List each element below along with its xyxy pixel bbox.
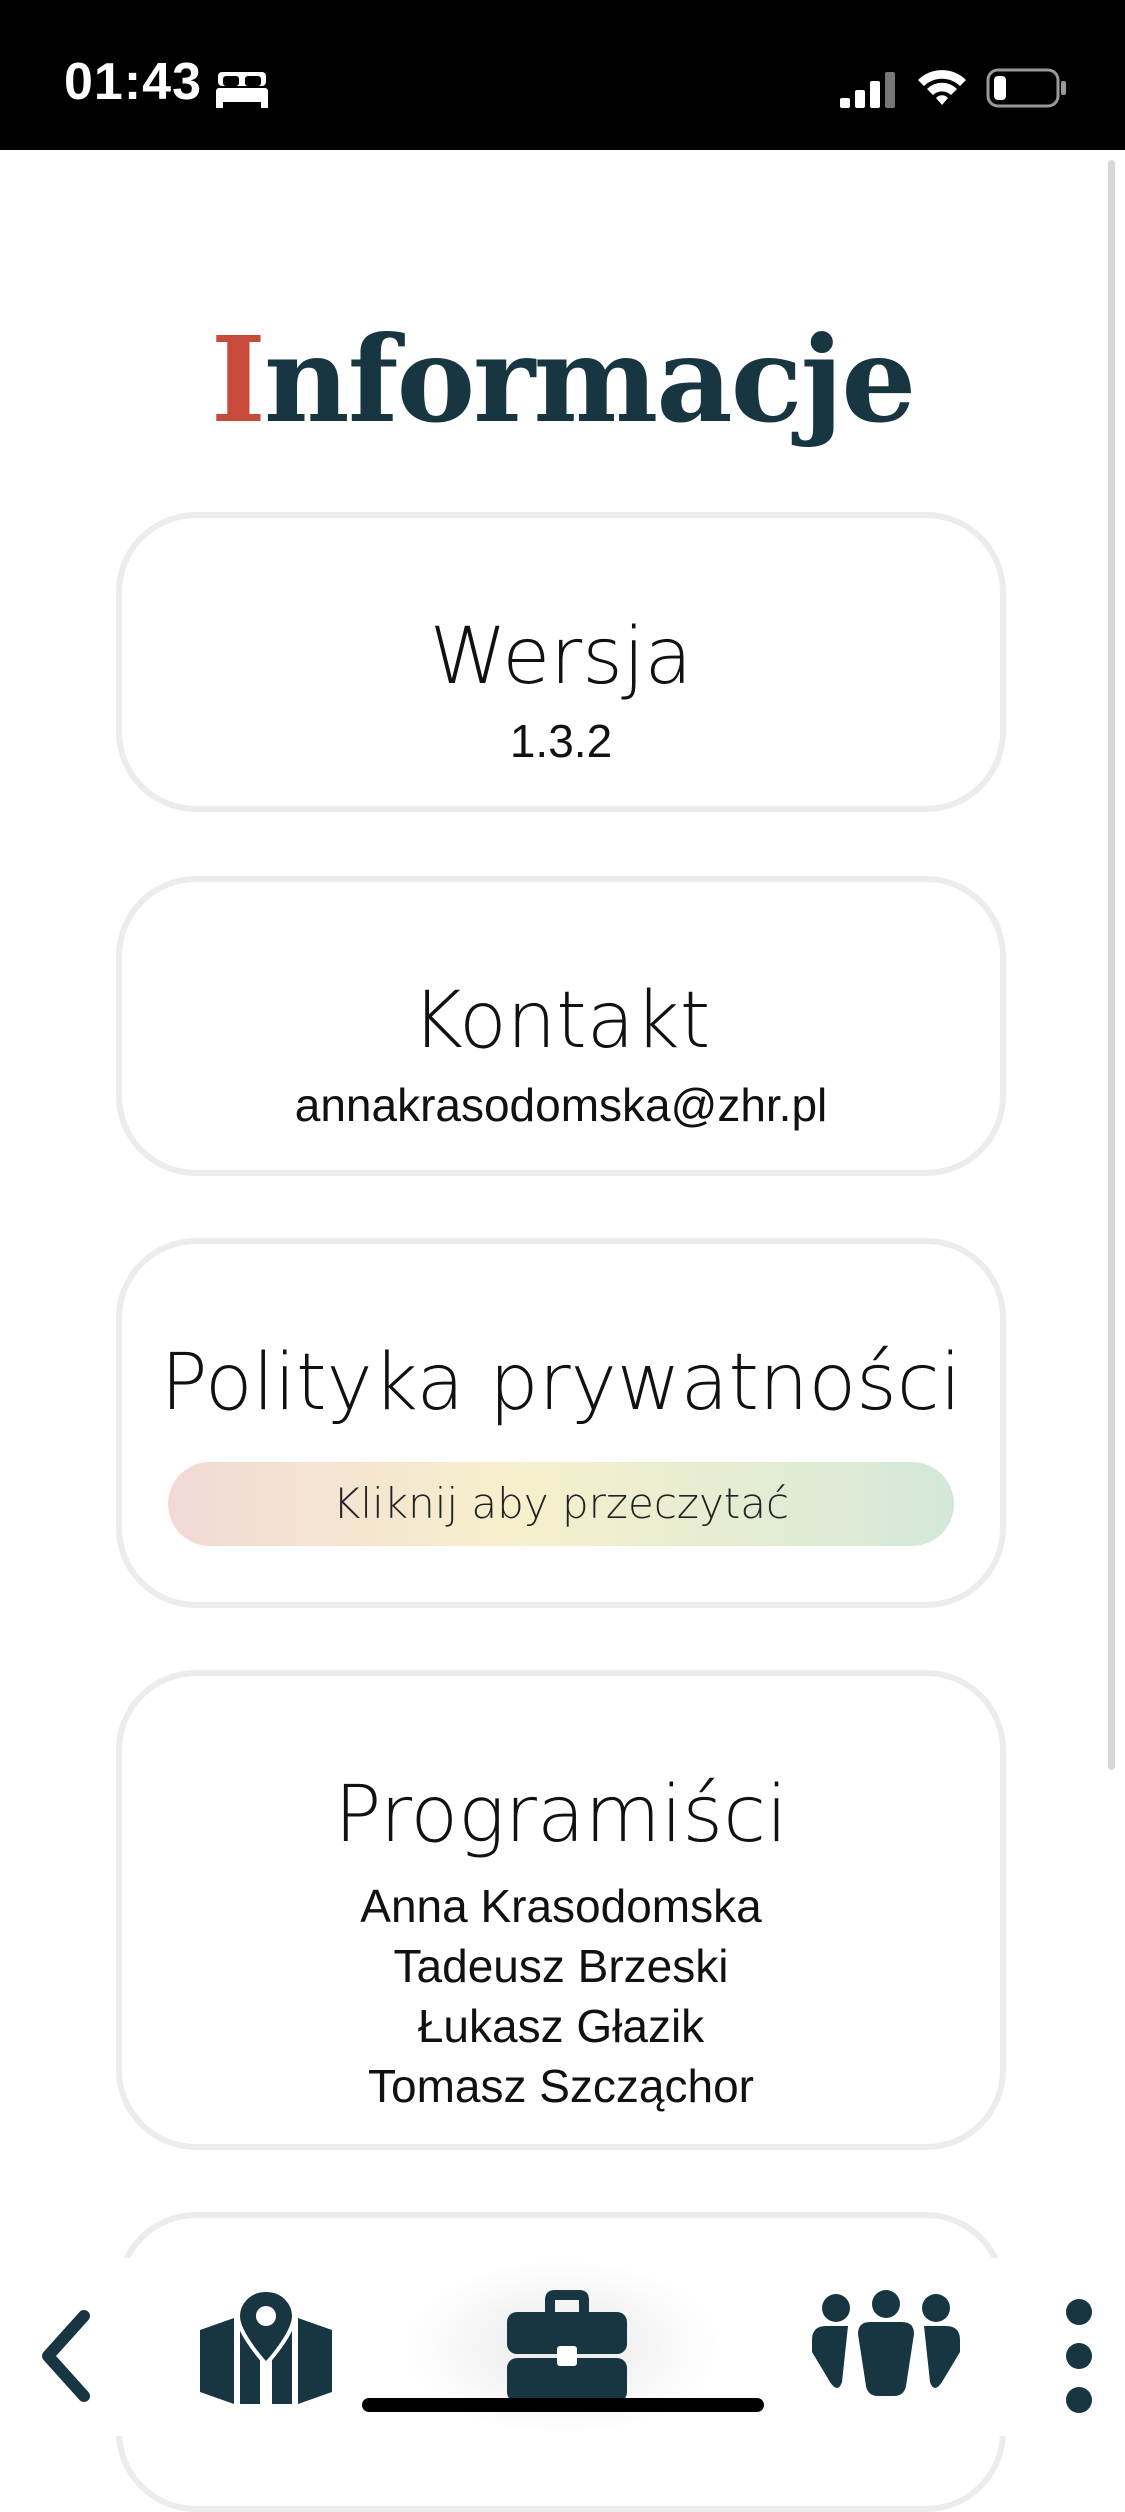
privacy-card: Polityka prywatności Kliknij aby przeczy…: [116, 1238, 1006, 1608]
page-title-first-letter: I: [210, 310, 266, 449]
battery-icon: [986, 68, 1066, 108]
more-icon[interactable]: [1064, 2298, 1094, 2414]
developer-name: Anna Krasodomska: [360, 1880, 762, 1932]
page-title: Informacje: [0, 310, 1125, 449]
bed-icon: [216, 72, 268, 108]
developers-title: Programiści: [334, 1770, 788, 1860]
wifi-icon: [918, 70, 966, 105]
developers-card: Programiści Anna Krasodomska Tadeusz Brz…: [116, 1670, 1006, 2150]
status-bar: 01:43: [0, 0, 1125, 150]
version-title: Wersja: [429, 612, 693, 702]
contact-card[interactable]: Kontakt annakrasodomska@zhr.pl: [116, 876, 1006, 1176]
briefcase-icon[interactable]: [505, 2286, 629, 2404]
developers-list: Anna Krasodomska Tadeusz Brzeski Łukasz …: [122, 1876, 1000, 2116]
people-icon[interactable]: [808, 2290, 964, 2398]
read-privacy-button[interactable]: Kliknij aby przeczytać: [168, 1462, 954, 1546]
version-value: 1.3.2: [509, 715, 613, 767]
page-title-rest: nformacje: [263, 310, 916, 449]
back-icon[interactable]: [38, 2308, 94, 2404]
home-indicator: [362, 2398, 764, 2412]
status-time: 01:43: [64, 53, 202, 111]
contact-title: Kontakt: [411, 976, 711, 1066]
developer-name: Tadeusz Brzeski: [393, 1940, 729, 1992]
privacy-title: Polityka prywatności: [160, 1338, 962, 1428]
contact-email-link[interactable]: annakrasodomska@zhr.pl: [122, 1078, 1000, 1133]
signal-icon: [840, 72, 895, 108]
developer-name: Tomasz Szcząchor: [367, 2060, 754, 2112]
developer-name: Łukasz Głazik: [417, 2000, 705, 2052]
version-card: Wersja 1.3.2: [116, 512, 1006, 812]
map-icon[interactable]: [196, 2286, 336, 2406]
